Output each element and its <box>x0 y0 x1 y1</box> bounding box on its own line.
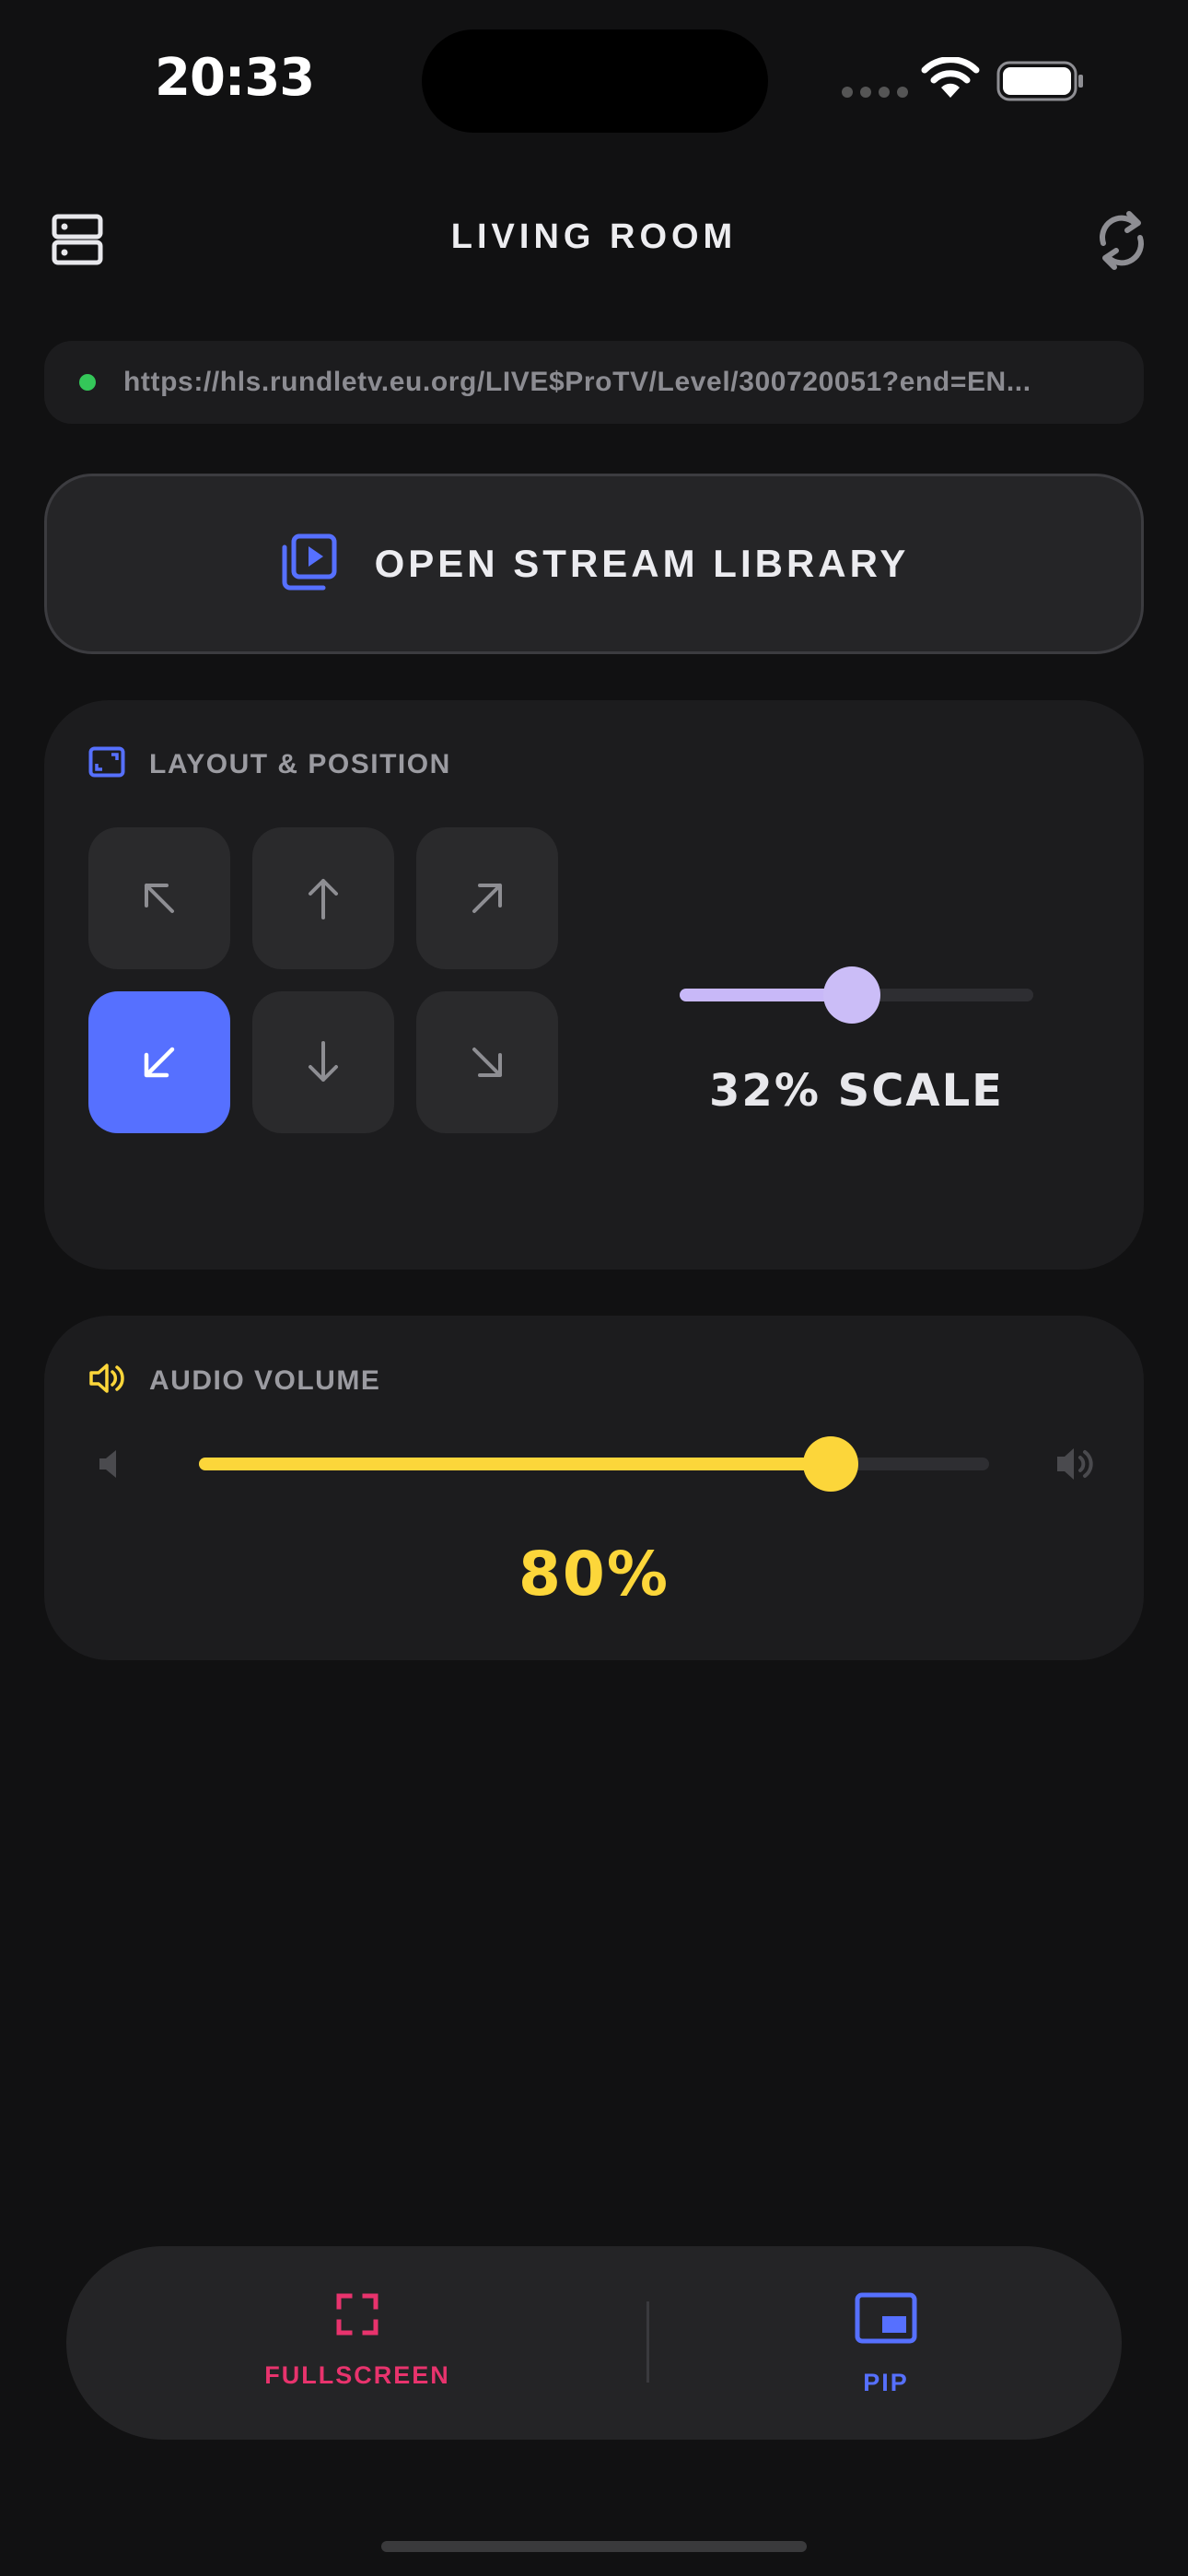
stream-url-text: https://hls.rundletv.eu.org/LIVE$ProTV/L… <box>123 367 1031 397</box>
connection-status-dot <box>79 374 96 391</box>
position-grid <box>88 827 558 1133</box>
battery-icon <box>996 61 1085 106</box>
scale-slider-thumb[interactable] <box>823 966 880 1024</box>
arrow-up-right-icon <box>472 884 502 913</box>
audio-section-label: AUDIO VOLUME <box>149 1364 381 1396</box>
arrow-down-left-icon <box>144 1047 175 1078</box>
picture-in-picture-icon <box>855 2292 917 2348</box>
bottom-bar-divider <box>646 2301 649 2383</box>
layout-section-header: LAYOUT & POSITION <box>88 746 451 782</box>
dynamic-island <box>422 29 768 133</box>
position-top-button[interactable] <box>252 827 394 969</box>
picture-in-picture-frame-icon <box>88 746 125 782</box>
open-stream-library-button[interactable]: OPEN STREAM LIBRARY <box>44 474 1144 654</box>
fullscreen-icon <box>335 2292 379 2341</box>
fullscreen-button[interactable]: FULLSCREEN <box>247 2292 468 2390</box>
position-bottom-left-button[interactable] <box>88 991 230 1133</box>
position-top-right-button[interactable] <box>416 827 558 969</box>
page-title: LIVING ROOM <box>450 217 738 256</box>
pip-label: PIP <box>863 2369 909 2396</box>
cellular-signal-icon <box>842 87 908 98</box>
audio-section-header: AUDIO VOLUME <box>88 1362 380 1399</box>
volume-slider-fill <box>199 1458 831 1470</box>
video-library-icon <box>279 533 338 596</box>
volume-max-icon[interactable] <box>1055 1445 1096 1488</box>
pip-button[interactable]: PIP <box>775 2292 996 2397</box>
layout-section-label: LAYOUT & POSITION <box>149 748 451 779</box>
volume-slider-thumb[interactable] <box>803 1436 858 1492</box>
fullscreen-label: FULLSCREEN <box>264 2361 450 2389</box>
home-indicator <box>381 2541 807 2552</box>
volume-value-label: 80% <box>518 1539 670 1610</box>
wifi-icon <box>921 56 980 106</box>
stream-url-field[interactable]: https://hls.rundletv.eu.org/LIVE$ProTV/L… <box>44 341 1144 424</box>
arrow-up-icon <box>309 879 338 919</box>
arrow-up-left-icon <box>145 884 174 913</box>
arrow-down-icon <box>309 1041 338 1082</box>
speaker-icon <box>88 1362 125 1399</box>
arrow-down-right-icon <box>472 1048 502 1077</box>
position-bottom-right-button[interactable] <box>416 991 558 1133</box>
position-bottom-button[interactable] <box>252 991 394 1133</box>
status-time: 20:33 <box>155 48 315 108</box>
position-top-left-button[interactable] <box>88 827 230 969</box>
refresh-icon[interactable] <box>1092 208 1151 277</box>
volume-min-icon[interactable] <box>98 1448 122 1484</box>
library-button-label: OPEN STREAM LIBRARY <box>374 542 910 585</box>
scale-value-label: 32% SCALE <box>709 1065 1004 1117</box>
